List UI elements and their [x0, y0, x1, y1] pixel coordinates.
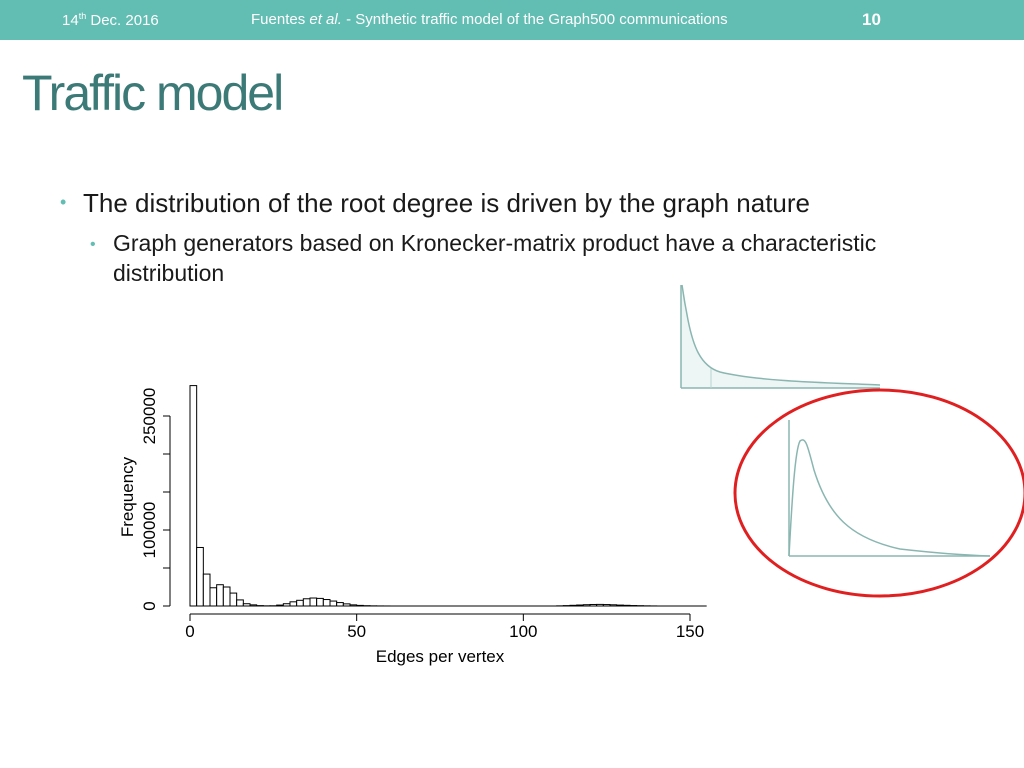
- histogram-bar: [296, 599, 304, 607]
- histogram-bar: [309, 597, 318, 607]
- histogram-bars: [189, 385, 707, 607]
- power-law-sketch: [680, 284, 881, 389]
- histogram-bar: [209, 587, 218, 607]
- histogram-bar: [316, 597, 324, 607]
- histogram-bar: [229, 592, 238, 607]
- histogram-bar: [336, 602, 344, 607]
- x-axis-label: Edges per vertex: [376, 647, 505, 666]
- y-tick-label: 0: [140, 601, 159, 610]
- x-tick-label: 50: [347, 622, 366, 641]
- histogram-bar: [236, 599, 244, 607]
- histogram-bar: [289, 601, 298, 607]
- histogram-bar: [189, 385, 198, 607]
- y-axis-label: Frequency: [118, 456, 137, 537]
- histogram-bar: [216, 584, 224, 607]
- histogram-chart: 0 50 100 150 0 100000 250000 Edges per vertex…: [118, 385, 707, 666]
- y-tick-label: 100000: [140, 502, 159, 559]
- y-tick-label: 250000: [140, 388, 159, 445]
- figure-canvas: 0 50 100 150 0 100000 250000 Edges per vertex…: [118, 284, 1024, 666]
- histogram-bar: [302, 598, 311, 607]
- x-axis: 0 50 100 150: [185, 613, 704, 641]
- x-tick-label: 100: [509, 622, 537, 641]
- peaked-sketch: [788, 420, 991, 557]
- histogram-bar: [322, 599, 331, 607]
- x-tick-label: 0: [185, 622, 194, 641]
- histogram-bar: [202, 573, 211, 607]
- y-axis: 0 100000 250000: [140, 388, 171, 611]
- x-tick-label: 150: [676, 622, 704, 641]
- histogram-bar: [222, 586, 231, 607]
- histogram-bar: [329, 600, 338, 607]
- highlight-circle: [733, 388, 1024, 598]
- histogram-bar: [196, 546, 204, 607]
